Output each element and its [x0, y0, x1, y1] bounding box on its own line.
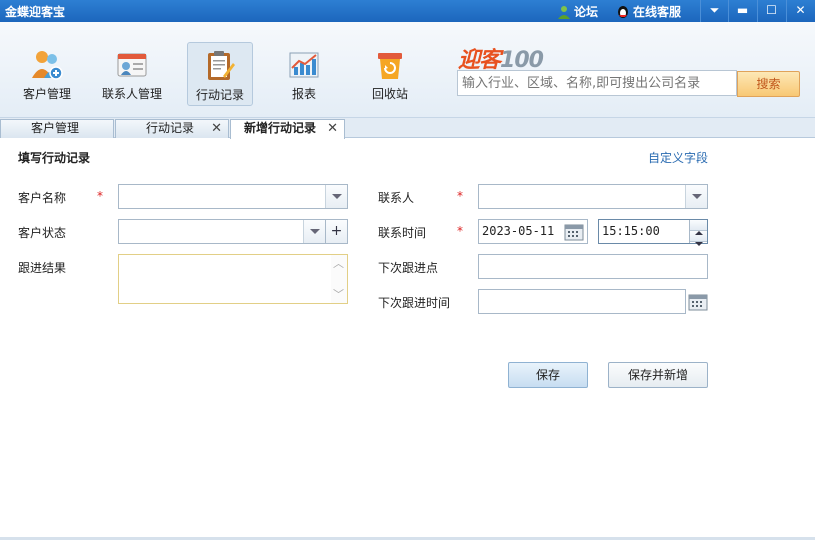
- toolbar-label: 行动记录: [195, 88, 244, 102]
- next-follow-time-input[interactable]: [478, 289, 686, 314]
- follow-result-textarea[interactable]: [118, 254, 348, 304]
- next-follow-point-label: 下次跟进点: [378, 261, 439, 275]
- contact-label: 联系人: [378, 191, 415, 205]
- toolbar-reports[interactable]: 报表: [271, 42, 337, 106]
- support-label: 在线客服: [633, 5, 682, 19]
- title-bar: 金蝶迎客宝 论坛 在线客服 ⏷ ▬ ☐ ✕: [0, 0, 815, 22]
- required-mark: *: [457, 189, 463, 203]
- time-spinner[interactable]: [689, 220, 707, 243]
- close-tab-icon[interactable]: ✕: [327, 120, 338, 137]
- contact-card-icon: [117, 53, 147, 77]
- toolbar-label: 回收站: [371, 87, 408, 101]
- chevron-down-icon[interactable]: [685, 185, 707, 208]
- maximize-icon: ☐: [766, 3, 777, 17]
- customer-status-select[interactable]: [118, 219, 326, 244]
- maximize-button[interactable]: ☐: [757, 0, 785, 22]
- menu-dropdown-button[interactable]: ⏷: [700, 0, 728, 22]
- clipboard-edit-icon: [208, 51, 235, 80]
- save-and-new-button[interactable]: 保存并新增: [608, 362, 708, 388]
- contact-clock-value: 15:15:00: [602, 224, 660, 238]
- tab-label: 行动记录: [146, 121, 195, 135]
- toolbar-customer-management[interactable]: 客户管理: [14, 42, 80, 106]
- close-button[interactable]: ✕: [786, 0, 814, 22]
- toolbar-action-records[interactable]: 行动记录: [187, 42, 253, 106]
- required-mark: *: [457, 224, 463, 238]
- tab-customer-management[interactable]: 客户管理: [0, 119, 114, 138]
- spin-up-icon[interactable]: [690, 220, 707, 231]
- forum-label: 论坛: [574, 5, 599, 19]
- user-icon: [558, 5, 570, 19]
- spin-down-icon[interactable]: [690, 231, 707, 242]
- forum-link[interactable]: 论坛: [557, 3, 598, 20]
- chevron-down-icon: ⏷: [709, 3, 720, 17]
- recycle-bin-icon: [378, 53, 402, 79]
- form-title: 填写行动记录: [18, 151, 91, 165]
- tab-bar: 客户管理 行动记录 ✕ 新增行动记录 ✕: [0, 118, 815, 139]
- chevron-down-icon[interactable]: [303, 220, 325, 243]
- minimize-button[interactable]: ▬: [728, 0, 756, 22]
- chevron-down-icon[interactable]: [325, 185, 347, 208]
- close-icon: ✕: [795, 3, 806, 17]
- chart-icon: [289, 52, 319, 78]
- customers-icon: [32, 51, 63, 80]
- plus-icon: +: [330, 223, 343, 239]
- minimize-icon: ▬: [736, 3, 749, 17]
- contact-select[interactable]: [478, 184, 708, 209]
- customer-name-label: 客户名称: [18, 191, 67, 205]
- tab-new-action-record[interactable]: 新增行动记录 ✕: [230, 119, 345, 139]
- toolbar-contact-management[interactable]: 联系人管理: [99, 42, 165, 106]
- customer-name-select[interactable]: [118, 184, 348, 209]
- follow-result-label: 跟进结果: [18, 261, 67, 275]
- main-toolbar: 客户管理 联系人管理 行动记录 报表 回收站 迎客100 输入行业、区域、名称,…: [0, 22, 815, 118]
- search-button[interactable]: 搜索: [737, 71, 800, 97]
- customer-status-label: 客户状态: [18, 226, 67, 240]
- toolbar-label: 客户管理: [22, 87, 71, 101]
- toolbar-recycle-bin[interactable]: 回收站: [357, 42, 423, 106]
- save-button[interactable]: 保存: [508, 362, 588, 388]
- contact-date-value: 2023-05-11: [482, 224, 555, 238]
- add-status-button[interactable]: +: [326, 219, 348, 244]
- next-follow-time-label: 下次跟进时间: [378, 296, 451, 310]
- close-tab-icon[interactable]: ✕: [211, 120, 222, 137]
- tab-action-records[interactable]: 行动记录 ✕: [115, 119, 229, 138]
- custom-fields-link[interactable]: 自定义字段: [648, 149, 708, 166]
- next-follow-point-input[interactable]: [478, 254, 708, 279]
- calendar-icon[interactable]: [688, 292, 708, 312]
- tab-label: 新增行动记录: [244, 121, 317, 135]
- calendar-icon[interactable]: [564, 222, 584, 242]
- qq-penguin-icon: [618, 5, 628, 18]
- company-search-input[interactable]: [457, 70, 737, 96]
- scrollbar[interactable]: [331, 255, 347, 303]
- contact-clock-input[interactable]: 15:15:00: [598, 219, 708, 244]
- toolbar-label: 联系人管理: [101, 87, 162, 101]
- required-mark: *: [97, 189, 103, 203]
- online-support-link[interactable]: 在线客服: [616, 3, 681, 20]
- tab-label: 客户管理: [31, 121, 80, 135]
- contact-time-label: 联系时间: [378, 226, 427, 240]
- toolbar-label: 报表: [291, 87, 316, 101]
- app-title: 金蝶迎客宝: [5, 5, 66, 19]
